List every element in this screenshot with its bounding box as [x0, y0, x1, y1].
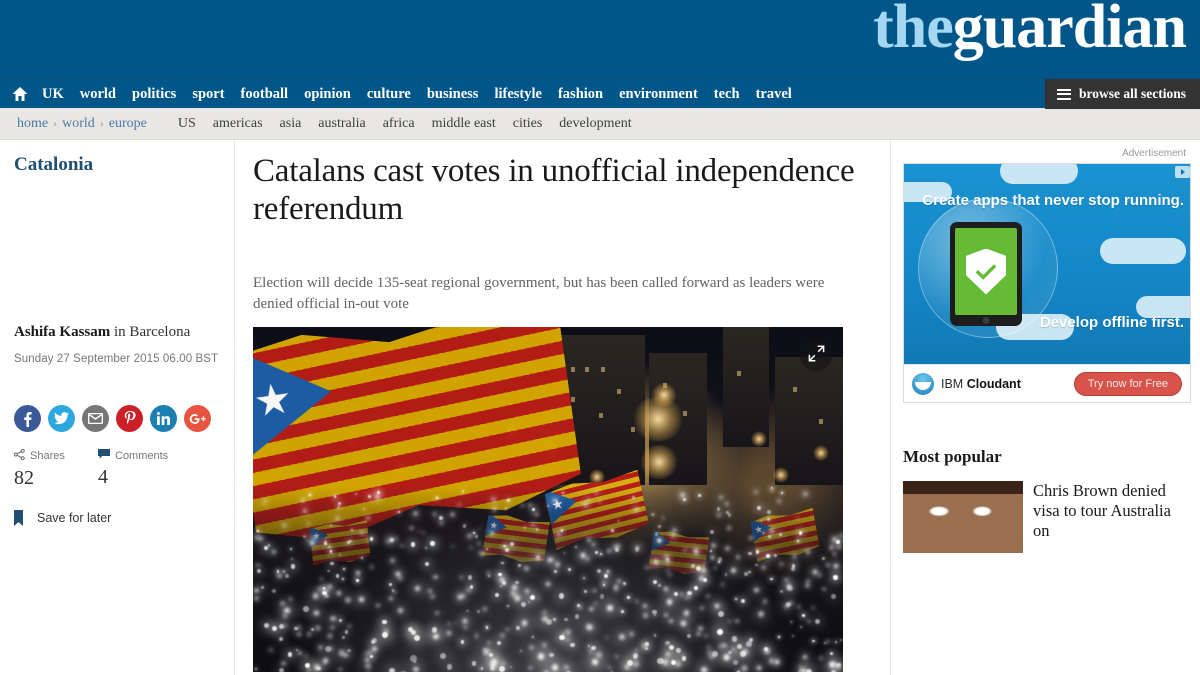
section-item-americas[interactable]: americas [213, 116, 263, 132]
nav-item-uk[interactable]: UK [42, 79, 64, 109]
most-popular-heading: Most popular [903, 447, 1002, 466]
breadcrumb-world[interactable]: world [62, 116, 95, 132]
tablet-illustration [950, 222, 1022, 326]
section-item-development[interactable]: development [559, 116, 631, 132]
article-photo[interactable] [253, 326, 843, 672]
nav-item-football[interactable]: football [241, 79, 289, 109]
nav-item-tech[interactable]: tech [714, 79, 740, 109]
nav-item-travel[interactable]: travel [756, 79, 792, 109]
logo-guardian: guardian [952, 0, 1187, 61]
advertisement-banner[interactable]: Create apps that never stop running. Dev… [903, 163, 1191, 403]
nav-item-fashion[interactable]: fashion [558, 79, 603, 109]
article-meta-column: Catalonia Ashifa Kassam in Barcelona Sun… [0, 140, 235, 675]
ad-brand-name: Cloudant [966, 376, 1021, 391]
browse-all-label: browse all sections [1079, 86, 1186, 101]
section-item-middle-east[interactable]: middle east [432, 116, 496, 132]
nav-item-sport[interactable]: sport [192, 79, 224, 109]
building-silhouette [775, 356, 843, 485]
save-for-later-label: Save for later [37, 511, 112, 525]
crowd-phone-lights [253, 486, 843, 672]
article-column: Catalans cast votes in unofficial indepe… [235, 140, 890, 675]
shares-count: 82 [14, 467, 34, 489]
nav-item-politics[interactable]: politics [132, 79, 176, 109]
share-icon [13, 448, 25, 463]
main-navigation: UK world politics sport football opinion… [0, 78, 1200, 109]
breadcrumb-separator: › [99, 116, 104, 130]
byline: Ashifa Kassam in Barcelona [14, 324, 220, 341]
section-item-asia[interactable]: asia [280, 116, 302, 132]
building-silhouette [723, 326, 769, 447]
ad-headline-2: Develop offline first. [1039, 314, 1184, 331]
home-icon[interactable] [12, 86, 28, 101]
nav-item-opinion[interactable]: opinion [304, 79, 351, 109]
section-item-cities[interactable]: cities [513, 116, 543, 132]
nav-item-world[interactable]: world [80, 79, 116, 109]
section-item-us[interactable]: US [178, 116, 196, 132]
adchoices-icon[interactable] [1175, 166, 1190, 178]
browse-all-sections-button[interactable]: browse all sections [1045, 79, 1200, 109]
bookmark-icon [14, 510, 23, 526]
byline-location: in Barcelona [110, 324, 191, 340]
article-standfirst: Election will decide 135-seat regional g… [253, 274, 825, 312]
breadcrumb-home[interactable]: home [17, 116, 48, 132]
ad-cta-button[interactable]: Try now for Free [1073, 371, 1182, 396]
engagement-counts: Shares 82 Comments 4 [13, 448, 220, 490]
share-email-icon[interactable] [82, 405, 109, 432]
sidebar-column: Advertisement Create apps that never sto… [890, 140, 1200, 675]
section-navigation: US americas asia australia africa middle… [178, 116, 649, 132]
nav-item-business[interactable]: business [427, 79, 479, 109]
comments-block[interactable]: Comments 4 [98, 449, 182, 490]
share-pinterest-icon[interactable] [116, 405, 143, 432]
nav-item-culture[interactable]: culture [367, 79, 411, 109]
cloud-shape [1100, 238, 1186, 264]
guardian-article-page: theguardian UK world politics sport foot… [0, 0, 1200, 675]
section-item-africa[interactable]: africa [383, 116, 415, 132]
share-facebook-icon[interactable] [14, 405, 41, 432]
advertisement-label: Advertisement [1122, 148, 1186, 159]
hamburger-icon [1057, 86, 1071, 102]
breadcrumb-separator: › [53, 116, 58, 130]
article-figure: Phones light up the crowd attending the … [253, 326, 843, 675]
cloud-shape [1000, 164, 1078, 184]
expand-icon[interactable] [799, 336, 833, 371]
comment-icon [98, 449, 110, 462]
page-title: Catalans cast votes in unofficial indepe… [253, 153, 855, 228]
shares-label: Shares [30, 450, 65, 462]
nav-item-environment[interactable]: environment [619, 79, 698, 109]
comments-count: 4 [98, 466, 108, 488]
share-googleplus-icon[interactable] [184, 405, 211, 432]
shares-label-row: Shares [13, 448, 98, 463]
content-area: Catalonia Ashifa Kassam in Barcelona Sun… [0, 140, 1200, 675]
most-popular-thumbnail [903, 481, 1023, 553]
shares-block[interactable]: Shares 82 [13, 448, 98, 490]
guardian-logo[interactable]: theguardian [873, 0, 1187, 61]
ad-canvas: Create apps that never stop running. Dev… [904, 164, 1190, 366]
masthead: theguardian [0, 0, 1200, 78]
logo-the: the [873, 0, 954, 61]
publish-timestamp: Sunday 27 September 2015 06.00 BST [14, 353, 219, 365]
ad-brand: IBM Cloudant [941, 377, 1021, 391]
breadcrumb-europe[interactable]: europe [109, 116, 147, 132]
share-buttons [14, 405, 220, 432]
ad-headline-1: Create apps that never stop running. [922, 192, 1184, 209]
cloudant-logo-icon [912, 372, 934, 395]
section-kicker[interactable]: Catalonia [14, 154, 220, 176]
share-twitter-icon[interactable] [48, 405, 75, 432]
save-for-later-button[interactable]: Save for later [14, 510, 220, 526]
ad-brand-prefix: IBM [941, 376, 967, 391]
section-item-australia[interactable]: australia [318, 116, 365, 132]
most-popular-title-0[interactable]: Chris Brown denied visa to tour Australi… [1033, 481, 1190, 553]
nav-item-lifestyle[interactable]: lifestyle [494, 79, 542, 109]
list-item[interactable]: Chris Brown denied visa to tour Australi… [903, 481, 1190, 553]
share-linkedin-icon[interactable] [150, 405, 177, 432]
sub-navigation: home › world › europe US americas asia a… [0, 108, 1200, 140]
breadcrumb: home › world › europe [14, 116, 150, 132]
ad-footer: IBM Cloudant Try now for Free [904, 364, 1190, 402]
comments-label: Comments [115, 449, 169, 462]
byline-author[interactable]: Ashifa Kassam [14, 324, 110, 340]
shield-check-icon [966, 248, 1006, 295]
comments-label-row: Comments [98, 449, 182, 462]
